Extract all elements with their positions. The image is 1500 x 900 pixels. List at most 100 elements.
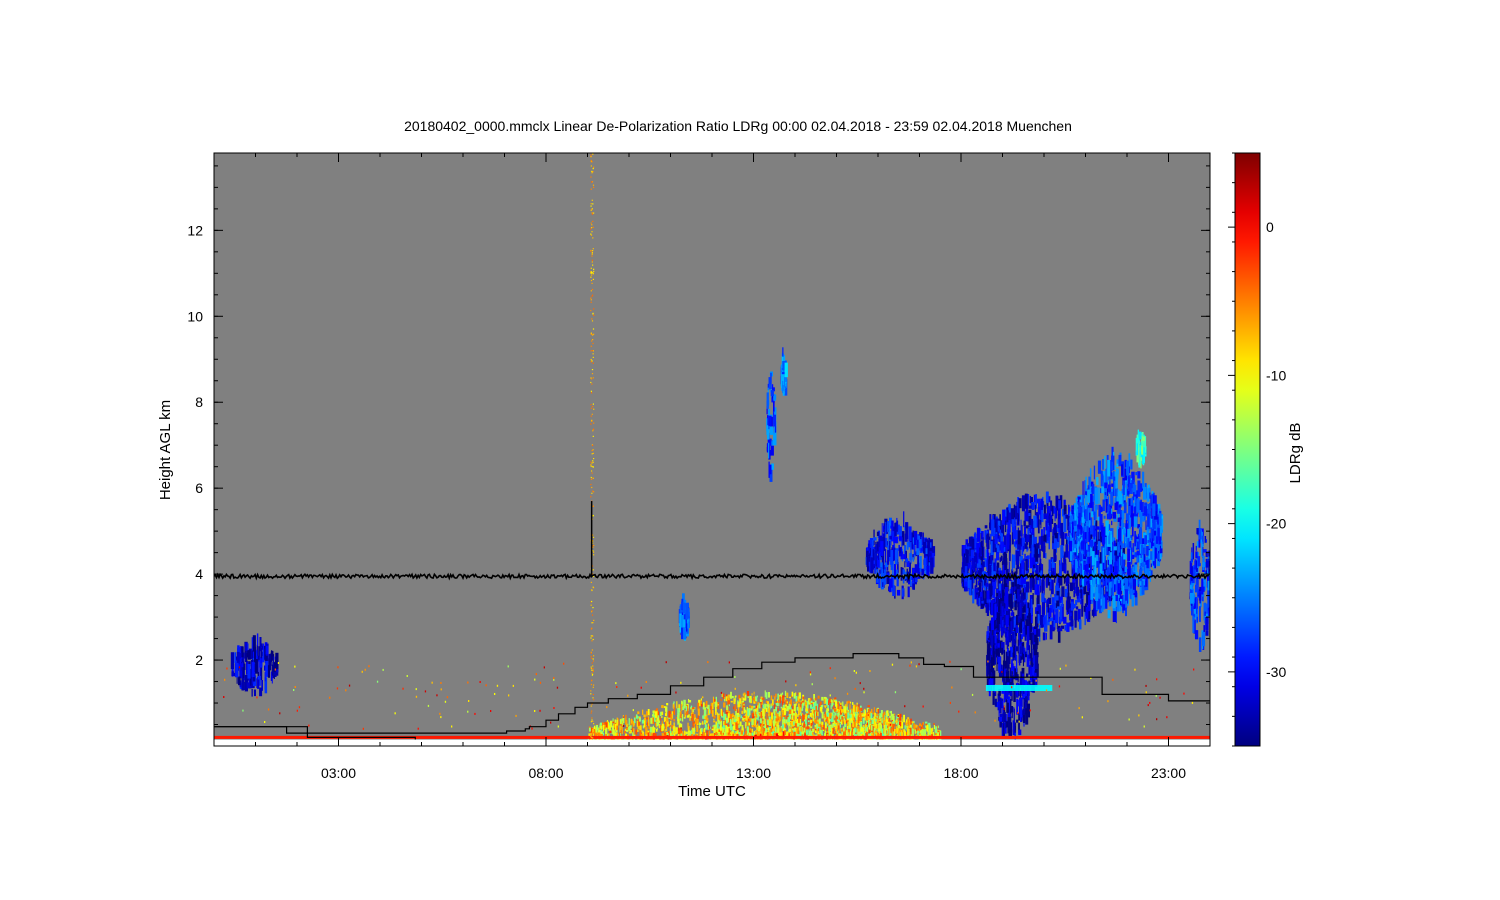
cloud-pixel (890, 578, 893, 588)
cloud-pixel (1094, 557, 1097, 574)
cloud-pixel (1017, 530, 1021, 545)
cloud-pixel (1006, 533, 1010, 550)
cloud-pixel (1127, 548, 1130, 561)
cloud-pixel (914, 545, 916, 556)
cloud-pixel (1077, 529, 1080, 537)
precip-pixel (810, 700, 813, 703)
cloud-pixel (1023, 520, 1026, 527)
cloud-pixel (1004, 587, 1009, 604)
cloud-pixel (1125, 513, 1129, 522)
cloud-pixel (1192, 616, 1195, 633)
plot-area: 03:00 08:00 13:00 18:00 23:0024681012 (187, 152, 1211, 781)
cloud-pixel (919, 568, 921, 572)
precip-pixel (890, 710, 892, 717)
precip-pixel (730, 700, 733, 703)
precip-pixel (716, 712, 718, 715)
precip-pixel (673, 719, 675, 722)
cloud-pixel (1115, 468, 1119, 480)
cloud-pixel (265, 661, 269, 677)
cloud-pixel (971, 538, 975, 552)
cloud-pixel (1202, 543, 1204, 548)
cloud-pixel (1019, 706, 1023, 717)
cloud-pixel (1143, 486, 1147, 500)
cloud-pixel (1095, 487, 1099, 505)
cloud-pixel (873, 537, 877, 541)
precip-pixel (842, 701, 844, 707)
plot-background (214, 153, 1210, 746)
cloud-pixel (1134, 484, 1137, 495)
cloud-pixel (246, 682, 250, 689)
cloud-pixel (1105, 499, 1108, 513)
cloud-pixel (997, 570, 999, 587)
cloud-pixel (1104, 482, 1108, 489)
cloud-pixel (1028, 608, 1031, 625)
cloud-pixel (1085, 607, 1089, 619)
cloud-pixel (1053, 549, 1057, 562)
precip-pixel (764, 690, 766, 698)
cloud-pixel (903, 511, 905, 528)
precip-pixel (668, 710, 671, 718)
cloud-pixel (996, 596, 999, 607)
cloud-pixel (1058, 533, 1060, 541)
precip-pixel (767, 692, 770, 698)
precip-pixel (818, 704, 820, 708)
cloud-pixel (911, 542, 913, 549)
cloud-pixel (974, 532, 977, 549)
precip-pixel (631, 727, 634, 732)
cloud-pixel (1136, 550, 1140, 556)
cloud-pixel (1081, 527, 1084, 534)
cloud-pixel (1134, 590, 1138, 598)
cloud-pixel (1201, 531, 1203, 536)
cloud-pixel (1100, 488, 1102, 494)
cloud-pixel (1002, 509, 1006, 525)
cloud-pixel (926, 565, 930, 577)
precip-pixel (635, 729, 638, 735)
cloud-pixel (1118, 517, 1122, 521)
cloud-pixel (1119, 556, 1121, 571)
cloud-pixel (893, 536, 897, 544)
cloud-pixel (1127, 537, 1130, 550)
cloud-pixel (1110, 491, 1114, 506)
cloud-pixel (1111, 551, 1113, 560)
cloud-pixel (770, 445, 774, 456)
precip-pixel (701, 704, 703, 707)
cloud-pixel (1032, 502, 1035, 510)
precip-pixel (673, 701, 675, 704)
cloud-pixel (1028, 645, 1031, 659)
cloud-pixel (1134, 531, 1136, 547)
cloud-pixel (928, 552, 932, 557)
cloud-pixel (1206, 603, 1209, 608)
cloud-pixel (1146, 560, 1149, 569)
cloud-pixel (1075, 599, 1078, 606)
cloud-pixel (1010, 699, 1012, 714)
cloud-pixel (1096, 526, 1100, 530)
cloud-pixel (1030, 518, 1033, 526)
cloud-pixel (1035, 607, 1037, 614)
cloud-pixel (1040, 536, 1043, 551)
cloud-pixel (238, 676, 241, 686)
cloud-pixel (1008, 512, 1012, 521)
precip-pixel (670, 720, 672, 726)
cloud-pixel (1022, 646, 1025, 653)
cloud-pixel (1091, 551, 1095, 566)
cloud-pixel (925, 548, 928, 554)
cloud-pixel (1057, 628, 1060, 632)
cloud-pixel (1121, 579, 1123, 591)
cloud-pixel (1072, 582, 1076, 590)
cloud-pixel (921, 568, 925, 575)
cloud-pixel (1190, 558, 1193, 562)
cloud-pixel (1060, 522, 1063, 539)
cloud-pixel (919, 539, 922, 549)
cloud-pixel (1030, 537, 1032, 554)
cloud-pixel (1110, 534, 1113, 551)
precip-pixel (628, 725, 631, 731)
cloud-pixel (1060, 545, 1064, 558)
precip-pixel (660, 711, 662, 716)
cloud-pixel (1004, 558, 1008, 571)
cloud-pixel (1085, 563, 1089, 572)
cloud-pixel (965, 549, 968, 556)
cloud-pixel (267, 665, 270, 678)
precip-pixel (737, 700, 739, 705)
precip-pixel (707, 723, 709, 730)
cloud-pixel (868, 543, 871, 551)
